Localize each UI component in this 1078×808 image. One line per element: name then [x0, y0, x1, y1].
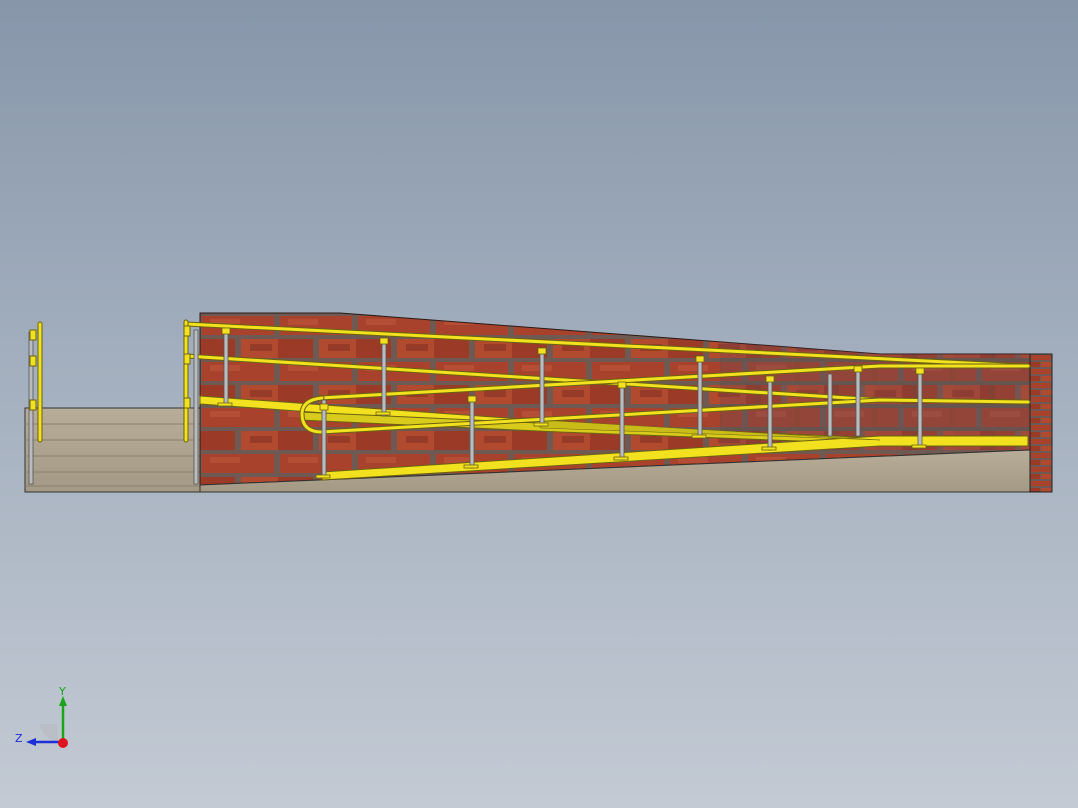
ramp-handrail-model[interactable]: [0, 0, 1078, 808]
graphics-viewport[interactable]: Y Z: [0, 0, 1078, 808]
orientation-triad: Y Z: [15, 685, 68, 748]
landing-rails: [29, 325, 191, 411]
y-axis-label: Y: [58, 685, 66, 698]
end-pillar: [1029, 353, 1053, 493]
triad-plane-shading: [40, 724, 58, 742]
z-axis-label: Z: [15, 732, 23, 745]
z-axis-arrowhead: [26, 738, 36, 746]
x-axis-dot: [58, 738, 68, 748]
left-landing: [24, 407, 202, 493]
